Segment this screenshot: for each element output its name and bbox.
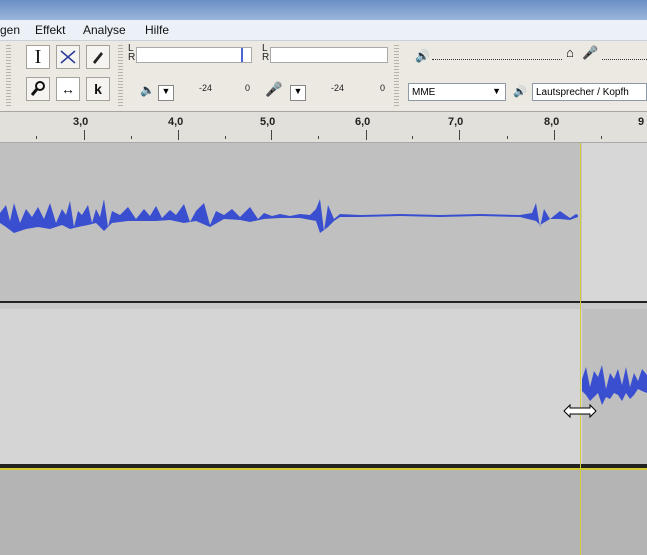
- multi-tool-icon: k: [94, 81, 102, 97]
- ruler-tick: [178, 130, 179, 140]
- ruler-label: 4,0: [168, 116, 184, 128]
- envelope-tool-button[interactable]: [56, 45, 80, 69]
- meter-right-label: R: [128, 52, 136, 63]
- microphone-icon: 🎤: [265, 81, 283, 97]
- playback-scale-tick: 0: [245, 83, 251, 93]
- ruler-minor-tick: [131, 136, 132, 139]
- ruler-label: 9: [638, 116, 645, 128]
- output-slider-thumb-icon[interactable]: ⌂: [566, 45, 574, 60]
- ruler-label: 6,0: [355, 116, 371, 128]
- playback-scale-tick: -24: [199, 83, 213, 93]
- time-shift-cursor-icon: [563, 403, 597, 419]
- audio-track-1[interactable]: [0, 143, 647, 301]
- menu-item-analyze[interactable]: Analyse: [83, 23, 126, 37]
- empty-track-area[interactable]: [0, 470, 647, 555]
- output-volume-icon: 🔊: [415, 49, 430, 63]
- time-shift-tool-button[interactable]: ↔: [56, 77, 80, 101]
- playback-meter[interactable]: [136, 47, 252, 63]
- ruler-minor-tick: [225, 136, 226, 139]
- multi-tool-button[interactable]: k: [86, 77, 110, 101]
- record-scale-tick: 0: [380, 83, 386, 93]
- zoom-tool-button[interactable]: [26, 77, 50, 101]
- output-device-icon: 🔊: [513, 86, 527, 98]
- record-dropdown-button[interactable]: ▼: [290, 85, 306, 101]
- input-volume-slider[interactable]: [602, 59, 647, 60]
- ruler-minor-tick: [507, 136, 508, 139]
- ruler-label: 3,0: [73, 116, 89, 128]
- magnifier-icon: [30, 81, 45, 96]
- speaker-icon: 🔈: [140, 83, 155, 97]
- window-title-bar: [0, 0, 647, 20]
- draw-tool-button[interactable]: [86, 45, 110, 69]
- edit-cursor-line: [580, 143, 581, 555]
- audio-clip-track-2[interactable]: [582, 309, 647, 464]
- track-1-empty-region[interactable]: [582, 143, 647, 301]
- toolbar-grip[interactable]: [6, 45, 11, 107]
- ruler-minor-tick: [36, 136, 37, 139]
- selection-tool-button[interactable]: I: [26, 45, 50, 69]
- waveform-track-2[interactable]: [582, 309, 647, 464]
- i-beam-icon: I: [34, 45, 42, 68]
- menu-item-effect[interactable]: Effekt: [35, 23, 65, 37]
- ruler-tick: [554, 130, 555, 140]
- menu-bar: gen Effekt Analyse Hilfe: [0, 20, 647, 41]
- output-device-select[interactable]: Lautsprecher / Kopfh: [532, 83, 647, 101]
- toolbar-grip[interactable]: [394, 45, 399, 107]
- ruler-label: 7,0: [448, 116, 464, 128]
- menu-item-help[interactable]: Hilfe: [145, 23, 169, 37]
- toolbar-grip[interactable]: [118, 45, 123, 107]
- ruler-tick: [366, 130, 367, 140]
- audio-host-select[interactable]: MME ▼: [408, 83, 506, 101]
- output-device-value: Lautsprecher / Kopfh: [536, 86, 629, 98]
- ruler-tick: [271, 130, 272, 140]
- audio-track-2[interactable]: [0, 309, 647, 464]
- toolbar: I ↔ k L R L R 🔈 ▼ -24 0 🎤 ▼ -24 0 🔊 ⌂ 🎤 …: [0, 41, 647, 153]
- ruler-minor-tick: [318, 136, 319, 139]
- output-volume-slider[interactable]: [432, 59, 562, 60]
- ruler-tick: [84, 130, 85, 140]
- input-volume-icon: 🎤: [582, 45, 599, 60]
- chevron-down-icon: ▼: [492, 86, 501, 96]
- meter-right-label: R: [262, 52, 270, 63]
- ruler-label: 8,0: [544, 116, 560, 128]
- playback-dropdown-button[interactable]: ▼: [158, 85, 174, 101]
- ruler-label: 5,0: [260, 116, 276, 128]
- ruler-minor-tick: [412, 136, 413, 139]
- record-scale-tick: -24: [331, 83, 345, 93]
- ruler-minor-tick: [601, 136, 602, 139]
- pencil-icon: [93, 52, 103, 64]
- waveform-track-1[interactable]: [0, 143, 580, 301]
- meter-peak-marker: [241, 48, 243, 62]
- record-meter[interactable]: [270, 47, 388, 63]
- envelope-icon: [60, 50, 76, 64]
- double-arrow-icon: ↔: [61, 81, 75, 97]
- ruler-tick: [459, 130, 460, 140]
- timeline-ruler[interactable]: 3,0 4,0 5,0 6,0 7,0 8,0 9: [0, 112, 647, 143]
- menu-item-generate[interactable]: gen: [0, 23, 20, 37]
- audio-host-value: MME: [412, 86, 436, 98]
